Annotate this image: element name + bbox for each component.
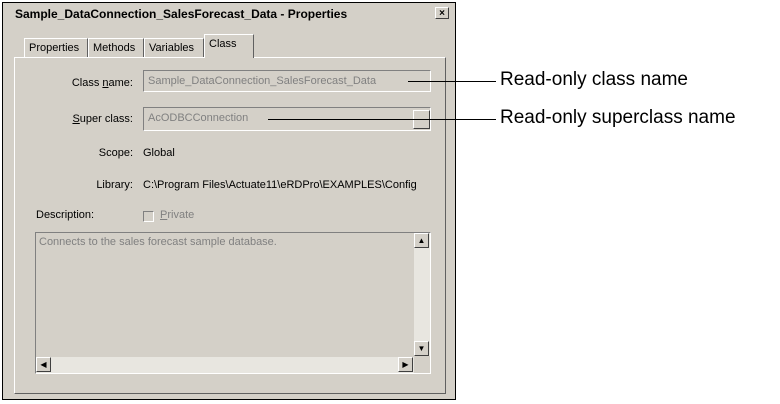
scroll-up-icon[interactable]: ▲ [414, 233, 429, 248]
scroll-left-icon[interactable]: ◀ [36, 357, 51, 372]
super-class-label: Super class: [72, 113, 133, 125]
horizontal-scrollbar-track[interactable] [36, 357, 414, 373]
scope-label: Scope: [98, 147, 133, 159]
scrollbar-corner [414, 357, 429, 372]
class-name-label: Class name: [71, 77, 133, 89]
library-value: C:\Program Files\Actuate11\eRDPro\EXAMPL… [143, 179, 417, 191]
tab-variables[interactable]: Variables [144, 38, 204, 57]
scroll-down-icon[interactable]: ▼ [414, 341, 429, 356]
super-class-value: AcODBCConnection [148, 112, 249, 124]
description-label: Description: [36, 209, 95, 221]
scope-value: Global [143, 147, 175, 159]
class-name-field: Sample_DataConnection_SalesForecast_Data [143, 70, 431, 92]
vertical-scrollbar-track[interactable] [414, 233, 430, 356]
description-text: Connects to the sales forecast sample da… [39, 236, 277, 248]
callout-line-super-class [268, 119, 496, 120]
callout-line-class-name [408, 81, 496, 82]
description-textarea[interactable]: Connects to the sales forecast sample da… [35, 232, 431, 374]
private-checkbox-label: Private [160, 209, 195, 221]
callout-super-class: Read-only superclass name [500, 107, 736, 128]
tab-properties[interactable]: Properties [24, 38, 88, 57]
scroll-right-icon[interactable]: ▶ [398, 357, 413, 372]
close-button[interactable]: × [435, 7, 449, 19]
callout-class-name: Read-only class name [500, 69, 688, 90]
tab-methods[interactable]: Methods [88, 38, 144, 57]
private-checkbox[interactable] [143, 211, 154, 222]
library-label: Library: [96, 179, 133, 191]
tab-class[interactable]: Class [204, 34, 254, 58]
dialog-title: Sample_DataConnection_SalesForecast_Data… [15, 7, 348, 21]
